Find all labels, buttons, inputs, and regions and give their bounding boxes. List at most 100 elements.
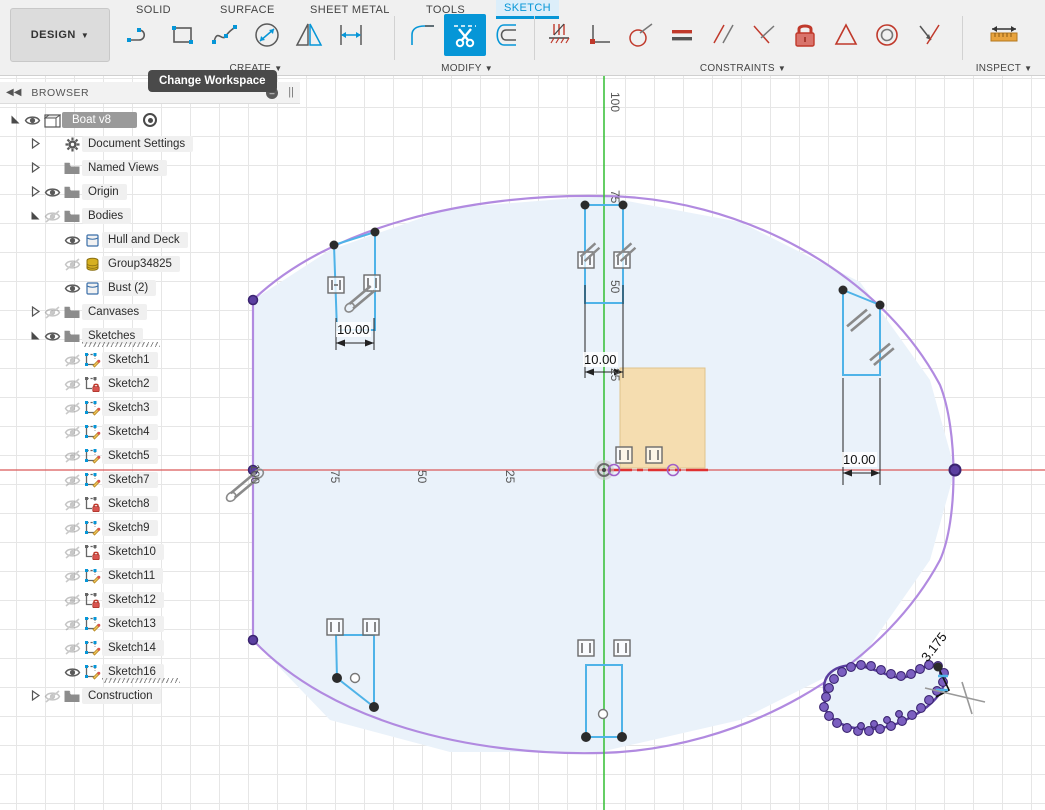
- tree-node-label[interactable]: Sketch9: [102, 520, 158, 536]
- constraint-lock-icon[interactable]: [784, 14, 825, 56]
- collapse-arrow-icon[interactable]: [8, 114, 22, 127]
- tree-node-label[interactable]: Bodies: [82, 208, 132, 224]
- tree-node-label[interactable]: Sketch10: [102, 544, 164, 560]
- mirror-icon[interactable]: [288, 14, 330, 56]
- tree-node-document-settings[interactable]: Document Settings: [0, 132, 300, 156]
- eye-hidden-icon[interactable]: [42, 305, 62, 320]
- constraint-equal-icon[interactable]: [661, 14, 702, 56]
- line-icon[interactable]: [120, 14, 162, 56]
- boat-spline-sketch[interactable]: [819, 660, 986, 736]
- dim-left[interactable]: 10.00: [336, 322, 371, 337]
- tree-node-construction[interactable]: Construction: [0, 684, 300, 708]
- expand-arrow-icon[interactable]: [28, 689, 42, 703]
- tree-node-label[interactable]: Sketch3: [102, 400, 158, 416]
- spline-icon[interactable]: [204, 14, 246, 56]
- tree-node-sketch16[interactable]: Sketch16: [0, 660, 300, 684]
- eye-visible-icon[interactable]: [42, 329, 62, 344]
- tree-node-label[interactable]: Named Views: [82, 160, 167, 176]
- activate-component-button[interactable]: [143, 113, 157, 127]
- tree-node-label[interactable]: Boat v8: [62, 112, 137, 128]
- collapse-panel-icon[interactable]: ◀◀: [6, 87, 21, 98]
- tree-node-boat-v8[interactable]: Boat v8: [0, 108, 300, 132]
- eye-hidden-icon[interactable]: [62, 569, 82, 584]
- eye-hidden-icon[interactable]: [62, 353, 82, 368]
- tree-node-sketch11[interactable]: Sketch11: [0, 564, 300, 588]
- tree-node-sketch1[interactable]: Sketch1: [0, 348, 300, 372]
- eye-hidden-icon[interactable]: [62, 617, 82, 632]
- offset-icon[interactable]: [486, 14, 528, 56]
- tree-node-bust-2[interactable]: Bust (2): [0, 276, 300, 300]
- expand-arrow-icon[interactable]: [28, 137, 42, 151]
- constraint-perpendicular2-icon[interactable]: [743, 14, 784, 56]
- trim-icon[interactable]: [444, 14, 486, 56]
- workspace-switcher-button[interactable]: DESIGN ▼: [10, 8, 110, 62]
- tree-node-canvases[interactable]: Canvases: [0, 300, 300, 324]
- tree-node-label[interactable]: Canvases: [82, 304, 148, 320]
- panel-resize-grip[interactable]: ||: [288, 86, 294, 98]
- tree-node-label[interactable]: Sketch2: [102, 376, 158, 392]
- constraint-symmetry-icon[interactable]: [825, 14, 866, 56]
- eye-hidden-icon[interactable]: [62, 473, 82, 488]
- tree-node-sketch12[interactable]: Sketch12: [0, 588, 300, 612]
- tree-node-label[interactable]: Construction: [82, 688, 161, 704]
- eye-visible-icon[interactable]: [62, 281, 82, 296]
- eye-hidden-icon[interactable]: [62, 641, 82, 656]
- tree-node-label[interactable]: Sketch13: [102, 616, 164, 632]
- tree-node-sketch3[interactable]: Sketch3: [0, 396, 300, 420]
- circle-icon[interactable]: [246, 14, 288, 56]
- tree-node-sketch7[interactable]: Sketch7: [0, 468, 300, 492]
- tree-node-label[interactable]: Sketch8: [102, 496, 158, 512]
- toolbar-group-inspect-label[interactable]: INSPECT ▼: [966, 63, 1042, 74]
- constraint-tangent-icon[interactable]: [620, 14, 661, 56]
- expand-arrow-icon[interactable]: [28, 305, 42, 319]
- dim-center[interactable]: 10.00: [583, 352, 618, 367]
- expand-arrow-icon[interactable]: [28, 185, 42, 199]
- collapse-arrow-icon[interactable]: [28, 210, 42, 223]
- tree-node-label[interactable]: Sketch11: [102, 568, 164, 584]
- tree-node-label[interactable]: Sketch4: [102, 424, 158, 440]
- toolbar-group-modify-label[interactable]: MODIFY ▼: [402, 63, 532, 74]
- tree-node-label[interactable]: Sketch1: [102, 352, 158, 368]
- toolbar-group-constraints-label[interactable]: CONSTRAINTS ▼: [538, 63, 948, 74]
- tree-node-label[interactable]: Sketch7: [102, 472, 158, 488]
- measure-icon[interactable]: [983, 14, 1025, 56]
- rectangle-icon[interactable]: [162, 14, 204, 56]
- tree-node-label[interactable]: Sketch12: [102, 592, 164, 608]
- eye-hidden-icon[interactable]: [42, 689, 62, 704]
- tree-node-sketch9[interactable]: Sketch9: [0, 516, 300, 540]
- eye-hidden-icon[interactable]: [62, 377, 82, 392]
- eye-hidden-icon[interactable]: [62, 257, 82, 272]
- tree-node-sketch4[interactable]: Sketch4: [0, 420, 300, 444]
- constraint-perpendicular-icon[interactable]: [579, 14, 620, 56]
- tree-node-label[interactable]: Group34825: [102, 256, 180, 272]
- tree-node-label[interactable]: Bust (2): [102, 280, 157, 296]
- constraint-fix-ground-icon[interactable]: [538, 14, 579, 56]
- eye-visible-icon[interactable]: [22, 113, 42, 128]
- tree-node-label[interactable]: Hull and Deck: [102, 232, 188, 248]
- tree-node-sketches[interactable]: Sketches: [0, 324, 300, 348]
- tree-node-label[interactable]: Sketch14: [102, 640, 164, 656]
- collapse-arrow-icon[interactable]: [28, 330, 42, 343]
- tree-node-sketch10[interactable]: Sketch10: [0, 540, 300, 564]
- eye-hidden-icon[interactable]: [62, 521, 82, 536]
- constraint-parallel-icon[interactable]: [702, 14, 743, 56]
- tree-node-sketch8[interactable]: Sketch8: [0, 492, 300, 516]
- dim-right[interactable]: 10.00: [842, 452, 877, 467]
- tree-node-sketch14[interactable]: Sketch14: [0, 636, 300, 660]
- tree-node-sketch5[interactable]: Sketch5: [0, 444, 300, 468]
- tree-node-sketch13[interactable]: Sketch13: [0, 612, 300, 636]
- tree-node-label[interactable]: Document Settings: [82, 136, 194, 152]
- eye-visible-icon[interactable]: [62, 233, 82, 248]
- eye-hidden-icon[interactable]: [62, 545, 82, 560]
- eye-hidden-icon[interactable]: [42, 209, 62, 224]
- constraint-midpoint-icon[interactable]: [907, 14, 948, 56]
- tree-node-sketch2[interactable]: Sketch2: [0, 372, 300, 396]
- eye-hidden-icon[interactable]: [62, 593, 82, 608]
- expand-arrow-icon[interactable]: [28, 161, 42, 175]
- eye-hidden-icon[interactable]: [62, 425, 82, 440]
- eye-hidden-icon[interactable]: [62, 497, 82, 512]
- tree-node-named-views[interactable]: Named Views: [0, 156, 300, 180]
- tree-node-hull-and-deck[interactable]: Hull and Deck: [0, 228, 300, 252]
- tree-node-label[interactable]: Origin: [82, 184, 127, 200]
- eye-visible-icon[interactable]: [62, 665, 82, 680]
